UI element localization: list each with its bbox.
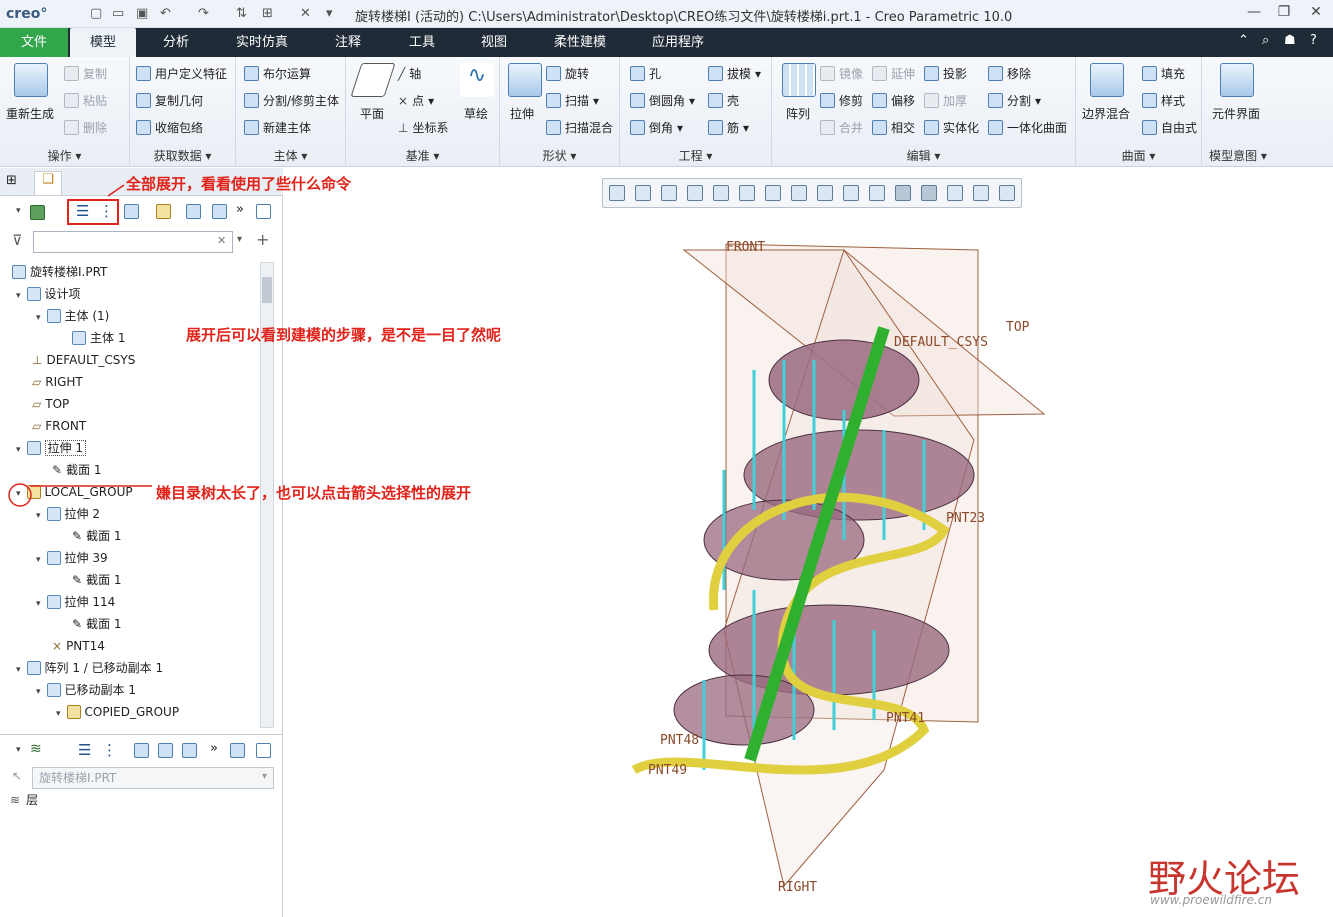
more-view-icon[interactable] [999, 185, 1015, 201]
saved-views-icon[interactable] [765, 185, 781, 201]
view-toolbar [602, 178, 1022, 208]
point-label[interactable]: PNT23 [946, 511, 985, 526]
repaint-icon[interactable] [687, 185, 703, 201]
front-label[interactable]: FRONT [726, 240, 765, 255]
point-label[interactable]: PNT41 [886, 711, 925, 726]
point-label[interactable]: PNT49 [648, 763, 687, 778]
graphics-area[interactable]: FRONT TOP RIGHT DEFAULT_CSYS PNT48 PNT49… [284, 210, 1333, 917]
top-label[interactable]: TOP [1006, 320, 1030, 335]
pause-icon[interactable] [973, 185, 989, 201]
tread-group-top[interactable] [768, 339, 920, 421]
spin-center-icon[interactable] [921, 185, 937, 201]
display-style-icon[interactable] [739, 185, 755, 201]
watermark-url: www.proewildfire.cn [1150, 893, 1272, 907]
annotation-expand-all: 全部展开，看看使用了些什么命令 [126, 175, 352, 193]
csys-label[interactable]: DEFAULT_CSYS [894, 335, 988, 350]
orient-icon[interactable] [713, 185, 729, 201]
annotation-line [107, 184, 125, 197]
point-label[interactable]: PNT48 [660, 733, 699, 748]
right-label[interactable]: RIGHT [778, 880, 817, 895]
zoom-in-icon[interactable] [635, 185, 651, 201]
datum-display-icon[interactable] [869, 185, 885, 201]
annotation-display-icon[interactable] [895, 185, 911, 201]
view-manager-icon[interactable] [791, 185, 807, 201]
section-view-icon[interactable] [843, 185, 859, 201]
appearance-icon[interactable] [947, 185, 963, 201]
zoom-fit-icon[interactable] [609, 185, 625, 201]
zoom-out-icon[interactable] [661, 185, 677, 201]
perspective-icon[interactable] [817, 185, 833, 201]
annotation-circle [8, 483, 32, 507]
